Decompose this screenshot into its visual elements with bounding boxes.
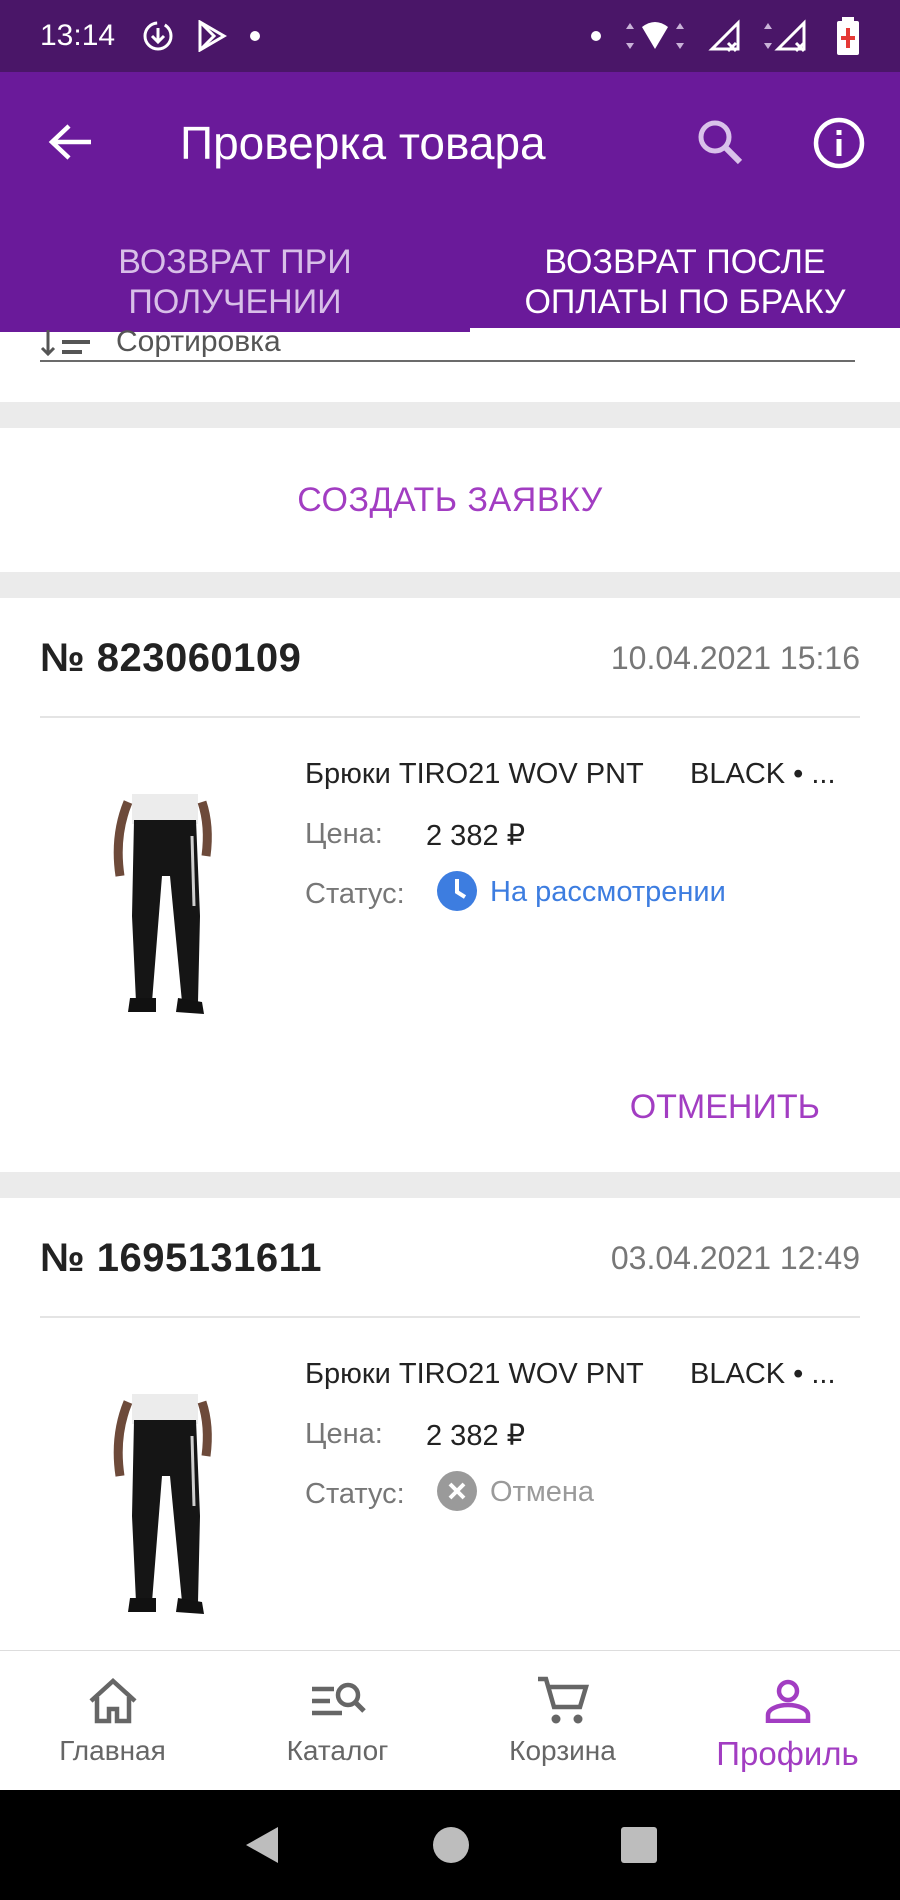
order-card[interactable]: № 1695131611 03.04.2021 12:49 Брюки TIRO…	[0, 1198, 900, 1650]
nav-label: Профиль	[716, 1735, 859, 1772]
order-number: № 1695131611	[40, 1236, 322, 1280]
cart-icon	[537, 1676, 589, 1724]
product-image	[113, 1394, 212, 1614]
nav-catalog[interactable]: Каталог	[225, 1651, 450, 1790]
create-request-card: СОЗДАТЬ ЗАЯВКУ	[0, 428, 900, 572]
status-label: Статус:	[305, 878, 405, 910]
price-label: Цена:	[305, 1418, 383, 1450]
status-bar: 13:14	[0, 0, 900, 72]
sort-label: Сортировка	[116, 325, 281, 358]
nav-label: Каталог	[286, 1735, 389, 1766]
nav-cart[interactable]: Корзина	[450, 1651, 675, 1790]
product-name: Брюки TIRO21 WOV PNT	[305, 1358, 644, 1390]
sort-dropdown[interactable]: Сортировка	[40, 310, 855, 362]
profile-icon	[765, 1679, 810, 1723]
order-card[interactable]: № 823060109 10.04.2021 15:16 Брюки TIRO2…	[0, 598, 900, 1172]
status-label: Статус:	[305, 1478, 405, 1510]
sort-card: Сортировка	[0, 325, 900, 402]
status-left-icons	[141, 19, 261, 53]
arrow-back-icon	[48, 124, 91, 160]
catalog-search-icon	[311, 1682, 366, 1716]
nav-label: Главная	[59, 1735, 166, 1766]
back-button[interactable]	[42, 114, 98, 170]
app-bar: Проверка товара ВОЗВРАТ ПРИ ПОЛУЧЕНИИ ВО…	[0, 72, 900, 334]
status-time: 13:14	[40, 19, 116, 52]
page-title: Проверка товара	[180, 117, 546, 169]
download-icon	[143, 21, 173, 51]
status-right-icons	[590, 16, 860, 56]
product-name: Брюки TIRO21 WOV PNT	[305, 758, 644, 790]
status-text: Отмена	[490, 1476, 595, 1508]
product-image	[113, 794, 212, 1014]
order-date: 03.04.2021 12:49	[610, 1240, 860, 1276]
product-color: BLACK • ...	[690, 758, 836, 790]
divider	[40, 1316, 860, 1318]
bottom-navigation: Главная Каталог Корзина Профиль	[0, 1650, 900, 1790]
wifi-icon	[626, 22, 684, 49]
system-navigation-bar	[0, 1790, 900, 1900]
search-icon	[698, 120, 743, 165]
create-request-button[interactable]: СОЗДАТЬ ЗАЯВКУ	[297, 481, 603, 520]
dot-icon	[591, 31, 601, 41]
recents-square-icon[interactable]	[620, 1826, 658, 1864]
signal-icon	[708, 19, 740, 53]
sort-icon	[40, 330, 90, 357]
order-number: № 823060109	[40, 636, 302, 680]
cancel-button[interactable]: ОТМЕНИТЬ	[630, 1088, 820, 1127]
signal-icon	[764, 19, 806, 53]
price-label: Цена:	[305, 818, 383, 850]
nav-home[interactable]: Главная	[0, 1651, 225, 1790]
dot-icon	[250, 31, 261, 41]
search-button[interactable]	[690, 112, 750, 172]
clock-icon	[437, 871, 477, 911]
nav-profile[interactable]: Профиль	[675, 1651, 900, 1790]
play-store-icon	[198, 20, 228, 52]
status-text: На рассмотрении	[490, 876, 726, 908]
battery-icon	[837, 17, 859, 55]
info-button[interactable]	[808, 112, 870, 174]
home-icon	[88, 1677, 137, 1724]
nav-label: Корзина	[509, 1735, 616, 1766]
order-date: 10.04.2021 15:16	[610, 640, 860, 676]
cancel-circle-icon	[437, 1471, 477, 1511]
info-icon	[813, 117, 865, 169]
product-color: BLACK • ...	[690, 1358, 836, 1390]
back-triangle-icon[interactable]	[242, 1825, 282, 1865]
home-circle-icon[interactable]	[432, 1826, 470, 1864]
divider	[40, 716, 860, 718]
product-price: 2 382 ₽	[426, 1420, 526, 1452]
product-price: 2 382 ₽	[426, 820, 526, 852]
